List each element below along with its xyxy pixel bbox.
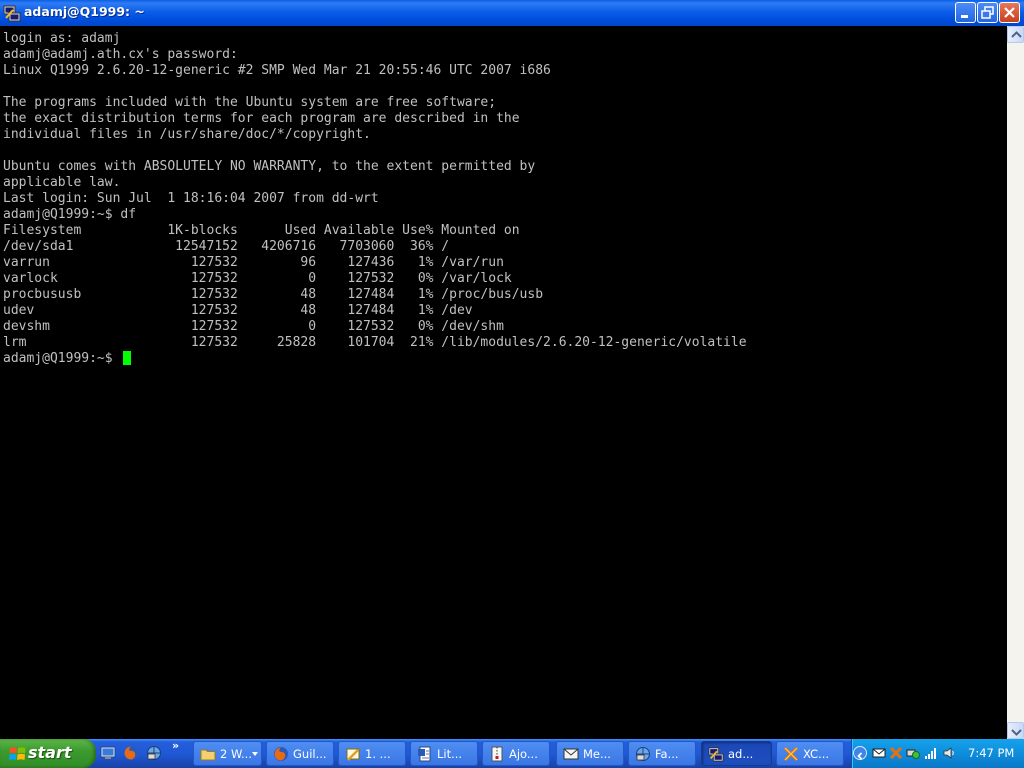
pencil-icon <box>346 748 360 761</box>
minimize-button[interactable] <box>955 2 976 23</box>
network-icon <box>636 747 650 761</box>
arrow-down-icon <box>1011 729 1022 736</box>
terminal-line: Linux Q1999 2.6.20-12-generic #2 SMP Wed… <box>3 63 551 78</box>
task-button-messenger[interactable]: Me... <box>556 741 624 766</box>
close-icon <box>1004 7 1015 18</box>
clock[interactable]: 7:47 PM <box>968 746 1014 760</box>
task-label: Lit... <box>437 747 463 761</box>
task-button-document[interactable]: Lit... <box>410 741 478 766</box>
terminal-line: Ubuntu comes with ABSOLUTELY NO WARRANTY… <box>3 159 536 174</box>
task-button-archive[interactable]: Ajo... <box>482 741 550 766</box>
vertical-scrollbar[interactable] <box>1007 26 1024 739</box>
task-button-editor[interactable]: 1. ... <box>338 741 406 766</box>
restore-button[interactable] <box>977 2 998 23</box>
task-button-firefox[interactable]: Guil... <box>266 741 334 766</box>
terminal-line: Filesystem 1K-blocks Used Available Use%… <box>3 223 520 238</box>
terminal-line: individual files in /usr/share/doc/*/cop… <box>3 127 371 142</box>
network-tray-icon[interactable] <box>906 746 920 760</box>
firefox-icon[interactable] <box>123 745 139 761</box>
chevron-left-icon <box>857 752 863 760</box>
folder-icon <box>200 749 216 761</box>
tray-expand-button[interactable] <box>853 746 867 760</box>
terminal-line: devshm 127532 0 127532 0% /dev/shm <box>3 319 504 334</box>
firefox-icon <box>274 747 288 761</box>
terminal-line: /dev/sda1 12547152 4206716 7703060 36% / <box>3 239 450 254</box>
task-label: 1. ... <box>365 747 391 761</box>
start-button[interactable]: start <box>0 739 96 768</box>
task-button-xchat[interactable]: XC... <box>776 741 844 766</box>
task-label: 2 W... <box>220 747 252 761</box>
task-button-explorer-group[interactable]: 2 W... <box>193 741 262 766</box>
terminal-line: udev 127532 48 127484 1% /dev <box>3 303 473 318</box>
scroll-down-button[interactable] <box>1007 722 1024 739</box>
scroll-up-button[interactable] <box>1007 26 1024 43</box>
task-label: Ajo... <box>509 747 538 761</box>
terminal-line: the exact distribution terms for each pr… <box>3 111 520 126</box>
xchat-icon <box>783 746 799 762</box>
system-tray: 7:47 PM <box>851 739 1024 768</box>
chevron-down-icon <box>252 752 258 756</box>
quick-launch-more-button[interactable]: » <box>172 739 179 752</box>
task-label: Me... <box>583 747 611 761</box>
terminal-line: lrm 127532 25828 101704 21% /lib/modules… <box>3 335 747 350</box>
terminal-line: varlock 127532 0 127532 0% /var/lock <box>3 271 512 286</box>
task-label: XC... <box>803 747 830 761</box>
terminal-line: Last login: Sun Jul 1 18:16:04 2007 from… <box>3 191 379 206</box>
volume-icon[interactable] <box>942 746 956 760</box>
terminal-line: applicable law. <box>3 175 121 190</box>
terminal-line: The programs included with the Ubuntu sy… <box>3 95 497 110</box>
terminal-prompt: adamj@Q1999:~$ <box>3 351 121 366</box>
terminal-line: procbususb 127532 48 127484 1% /proc/bus… <box>3 287 544 302</box>
task-label: ad... <box>728 747 754 761</box>
terminal-line: adamj@Q1999:~$ df <box>3 207 137 222</box>
window-title: adamj@Q1999: ~ <box>24 4 145 19</box>
document-icon <box>418 746 431 762</box>
terminal-line: adamj@adamj.ath.cx's password: <box>3 47 238 62</box>
task-label: Guil... <box>293 747 327 761</box>
signal-icon[interactable] <box>924 746 938 760</box>
window-title-bar[interactable]: adamj@Q1999: ~ <box>0 0 1024 26</box>
task-label: Fa... <box>655 747 679 761</box>
windows-logo-icon <box>9 747 26 760</box>
terminal-output[interactable]: login as: adamj adamj@adamj.ath.cx's pas… <box>0 26 1007 739</box>
mail-icon <box>563 748 579 760</box>
mail-tray-icon[interactable] <box>872 746 886 760</box>
putty-icon <box>708 747 724 762</box>
close-button[interactable] <box>999 2 1020 23</box>
putty-icon[interactable] <box>3 4 21 22</box>
zip-icon <box>491 746 503 762</box>
restore-icon <box>981 6 994 19</box>
task-button-network[interactable]: Fa... <box>628 741 696 766</box>
network-icon[interactable] <box>146 745 162 761</box>
taskbar: start » 2 W... Guil... 1. ... Lit... Ajo… <box>0 739 1024 768</box>
arrow-up-icon <box>1011 31 1022 38</box>
terminal-line: login as: adamj <box>3 31 121 46</box>
terminal-cursor <box>123 351 131 365</box>
xchat-tray-icon[interactable] <box>889 746 903 760</box>
show-desktop-icon[interactable] <box>100 745 116 761</box>
start-label: start <box>28 743 72 762</box>
minimize-icon <box>961 15 968 18</box>
task-button-putty[interactable]: ad... <box>701 741 772 766</box>
terminal-line: varrun 127532 96 127436 1% /var/run <box>3 255 504 270</box>
